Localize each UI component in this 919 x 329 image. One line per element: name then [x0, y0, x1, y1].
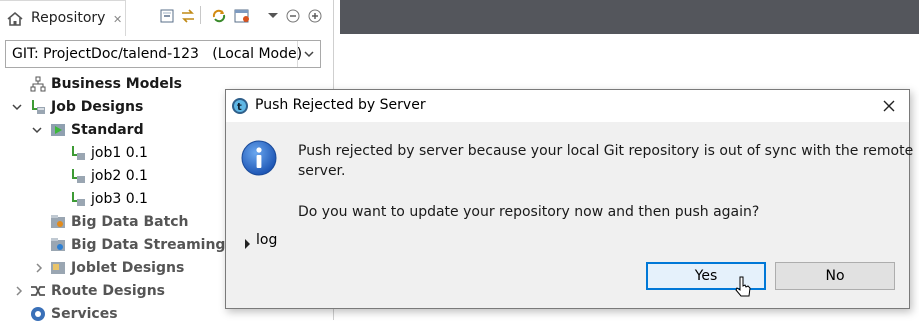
close-tab-icon[interactable]: ✕	[113, 13, 122, 26]
repository-tab-label: Repository	[31, 10, 106, 26]
job-icon	[70, 191, 86, 207]
mouse-cursor-icon	[735, 276, 753, 306]
talend-app-icon: t	[231, 97, 249, 119]
tree-item-label: Route Designs	[51, 283, 165, 299]
repository-tab-bar: Repository ✕	[0, 0, 333, 36]
collapse-all-icon[interactable]	[158, 7, 176, 25]
dialog-message-line-2: server.	[298, 163, 346, 179]
dialog-title-bar[interactable]: t Push Rejected by Server	[226, 90, 909, 122]
maximize-icon[interactable]	[306, 7, 324, 25]
filter-icon[interactable]	[233, 7, 251, 25]
svg-text:t: t	[237, 102, 242, 113]
joblet-icon	[50, 260, 66, 276]
tree-item-label: Job Designs	[51, 99, 144, 115]
log-label: log	[256, 232, 278, 248]
caret-right-icon	[244, 237, 252, 253]
chevron-down-icon[interactable]	[297, 41, 320, 67]
standard-folder-icon	[50, 122, 66, 138]
big-data-batch-icon	[50, 214, 66, 230]
expanded-chevron-icon[interactable]	[31, 119, 43, 141]
tree-item-label: job1 0.1	[91, 145, 148, 161]
close-icon[interactable]	[880, 97, 898, 115]
big-data-streaming-icon	[50, 237, 66, 253]
view-menu-icon[interactable]	[264, 7, 282, 25]
git-repository-value: GIT: ProjectDoc/talend-123 (Local Mode)	[12, 46, 303, 62]
dialog-message-line-1: Push rejected by server because your loc…	[298, 143, 914, 159]
git-repository-selector[interactable]: GIT: ProjectDoc/talend-123 (Local Mode)	[5, 40, 321, 68]
refresh-icon[interactable]	[210, 7, 228, 25]
collapsed-chevron-icon[interactable]	[33, 257, 45, 279]
tree-item-label: job3 0.1	[91, 191, 148, 207]
tree-item-label: job2 0.1	[91, 168, 148, 184]
toolbar-separator	[200, 6, 201, 24]
info-icon	[241, 140, 277, 180]
push-rejected-dialog: t Push Rejected by Server Push rejected …	[225, 89, 914, 309]
tree-item-label: Big Data Streaming	[71, 237, 226, 253]
no-button[interactable]: No	[775, 262, 895, 290]
minimize-icon[interactable]	[284, 7, 302, 25]
job-icon	[70, 145, 86, 161]
tree-item-label: Business Models	[51, 76, 182, 92]
expanded-chevron-icon[interactable]	[11, 96, 23, 118]
tree-item-label: Joblet Designs	[71, 260, 185, 276]
dialog-title: Push Rejected by Server	[255, 97, 426, 113]
collapsed-chevron-icon[interactable]	[13, 280, 25, 302]
route-icon	[30, 283, 46, 299]
repository-tab[interactable]: Repository ✕	[0, 0, 126, 36]
tree-item-label: Standard	[71, 122, 144, 138]
hierarchy-icon	[30, 76, 46, 92]
home-icon	[6, 10, 24, 32]
job-folder-icon	[30, 99, 46, 115]
link-with-editor-icon[interactable]	[179, 7, 197, 25]
job-icon	[70, 168, 86, 184]
editor-tab-bar	[340, 0, 919, 34]
tree-item-label: Services	[51, 306, 118, 322]
tree-item-label: Big Data Batch	[71, 214, 189, 230]
dialog-question: Do you want to update your repository no…	[298, 204, 760, 220]
